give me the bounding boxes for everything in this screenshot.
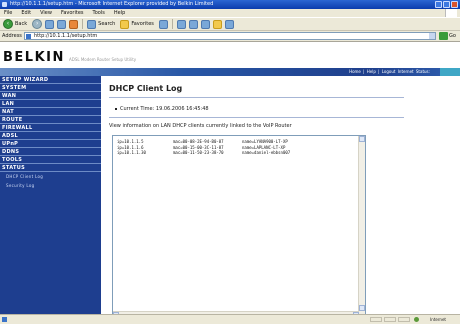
media-icon[interactable]: [158, 19, 168, 29]
table-row: ip=10.1.1.5 mac=00-08-2E-94-B0-87 name=L…: [117, 139, 290, 145]
edit-icon[interactable]: [200, 19, 210, 29]
go-button[interactable]: Go: [449, 33, 456, 39]
dhcp-log-textarea[interactable]: ip=10.1.1.5 mac=00-08-2E-94-B0-87 name=L…: [112, 135, 366, 314]
belkin-logo: BELKIN: [3, 50, 65, 65]
status-pane: [370, 317, 382, 322]
windows-logo-icon: [445, 9, 457, 17]
window-controls: [435, 1, 458, 8]
sidebar: SETUP WIZARD SYSTEM WAN LAN NAT ROUTE FI…: [0, 76, 101, 314]
utility-subtitle: ADSL Modem Router Setup Utility: [69, 57, 137, 62]
log-ip: ip=10.1.1.30: [117, 150, 146, 155]
top-nav-links[interactable]: Home | Help | Logout Internet Status:: [349, 68, 430, 76]
folder-icon[interactable]: [212, 19, 222, 29]
scroll-up-icon[interactable]: [359, 136, 365, 142]
go-arrow-icon[interactable]: [439, 32, 448, 40]
log-name: name=daniel-ebbsn007: [242, 150, 291, 155]
vertical-scrollbar[interactable]: [358, 136, 365, 314]
sidebar-item-upnp[interactable]: UPnP: [0, 140, 101, 148]
menu-edit[interactable]: Edit: [21, 9, 31, 17]
current-time-line: Current Time: 19.06.2006 16:45:48: [115, 106, 209, 112]
sidebar-item-lan[interactable]: LAN: [0, 100, 101, 108]
sidebar-item-tools[interactable]: TOOLS: [0, 156, 101, 164]
print-icon[interactable]: [188, 19, 198, 29]
log-name: name=LYANA900-LT-XP: [242, 139, 288, 144]
menu-file[interactable]: File: [4, 9, 12, 17]
search-label[interactable]: Search: [98, 21, 115, 27]
address-input[interactable]: http://10.1.1.1/setup.htm: [24, 32, 436, 40]
page-icon: [26, 34, 31, 39]
back-arrow-icon[interactable]: ‹: [3, 19, 13, 29]
refresh-icon[interactable]: [57, 19, 67, 29]
page-done-icon: [2, 317, 7, 322]
sidebar-item-firewall[interactable]: FIREWALL: [0, 124, 101, 132]
address-label: Address: [2, 33, 22, 39]
brand-header: BELKIN ADSL Modem Router Setup Utility: [0, 42, 460, 68]
sidebar-item-status[interactable]: STATUS: [0, 164, 101, 172]
page-title: DHCP Client Log: [109, 84, 183, 93]
ie-icon: [2, 2, 7, 7]
main-panel: DHCP Client Log Current Time: 19.06.2006…: [101, 76, 460, 314]
sidebar-item-nat[interactable]: NAT: [0, 108, 101, 116]
status-bar: Internet: [0, 314, 460, 324]
table-row: ip=10.1.1.30 mac=00-11-50-23-38-70 name=…: [117, 150, 290, 156]
home-icon[interactable]: [69, 19, 79, 29]
favorites-star-icon[interactable]: [120, 19, 130, 29]
messenger-icon[interactable]: [224, 19, 234, 29]
browser-toolbar: ‹ Back › Search Favorites: [0, 17, 460, 31]
zone-label: Internet: [430, 317, 446, 322]
internet-status-indicator: [440, 68, 460, 76]
maximize-icon[interactable]: [443, 1, 450, 8]
status-panes: [370, 317, 410, 322]
menu-view[interactable]: View: [40, 9, 52, 17]
sidebar-item-ddns[interactable]: DDNS: [0, 148, 101, 156]
window-title: http://10.1.1.1/setup.htm - Microsoft In…: [10, 1, 214, 7]
menu-help[interactable]: Help: [114, 9, 125, 17]
close-icon[interactable]: [451, 1, 458, 8]
sidebar-subitem-security-log[interactable]: Security Log: [0, 181, 101, 190]
page-content: BELKIN ADSL Modem Router Setup Utility H…: [0, 42, 460, 314]
menu-favorites[interactable]: Favorites: [61, 9, 84, 17]
stop-icon[interactable]: [45, 19, 55, 29]
sidebar-item-route[interactable]: ROUTE: [0, 116, 101, 124]
status-pane: [398, 317, 410, 322]
section-divider: [109, 117, 404, 118]
current-time-label: Current Time: [120, 106, 153, 112]
address-url: http://10.1.1.1/setup.htm: [34, 33, 98, 39]
sidebar-item-adsl[interactable]: ADSL: [0, 132, 101, 140]
status-pane: [384, 317, 396, 322]
scroll-down-icon[interactable]: [359, 305, 365, 311]
favorites-label[interactable]: Favorites: [131, 21, 154, 27]
sidebar-item-wan[interactable]: WAN: [0, 92, 101, 100]
search-icon[interactable]: [87, 19, 97, 29]
toolbar-separator: [82, 19, 84, 29]
forward-arrow-icon[interactable]: ›: [32, 19, 43, 29]
sidebar-subitem-dhcp-client-log[interactable]: DHCP Client Log: [0, 172, 101, 181]
dhcp-info-text: View information on LAN DHCP clients cur…: [109, 123, 292, 129]
sidebar-item-setup-wizard[interactable]: SETUP WIZARD: [0, 76, 101, 84]
window-titlebar: http://10.1.1.1/setup.htm - Microsoft In…: [0, 0, 460, 9]
globe-icon: [414, 317, 419, 322]
current-time-value: 19.06.2006 16:45:48: [155, 106, 209, 112]
sidebar-item-system[interactable]: SYSTEM: [0, 84, 101, 92]
menu-bar: File Edit View Favorites Tools Help: [0, 9, 460, 17]
toolbar-separator: [171, 19, 173, 29]
top-nav-bar: Home | Help | Logout Internet Status:: [0, 68, 460, 76]
address-bar: Address http://10.1.1.1/setup.htm Go: [0, 31, 460, 42]
mail-icon[interactable]: [176, 19, 186, 29]
bullet-icon: [115, 107, 117, 110]
menu-tools[interactable]: Tools: [93, 9, 105, 17]
title-divider: [109, 97, 404, 98]
dhcp-log-table: ip=10.1.1.5 mac=00-08-2E-94-B0-87 name=L…: [117, 139, 290, 156]
minimize-icon[interactable]: [435, 1, 442, 8]
log-mac: mac=00-11-50-23-38-70: [173, 150, 224, 155]
back-label[interactable]: Back: [15, 21, 27, 27]
chevron-down-icon[interactable]: [429, 33, 435, 39]
